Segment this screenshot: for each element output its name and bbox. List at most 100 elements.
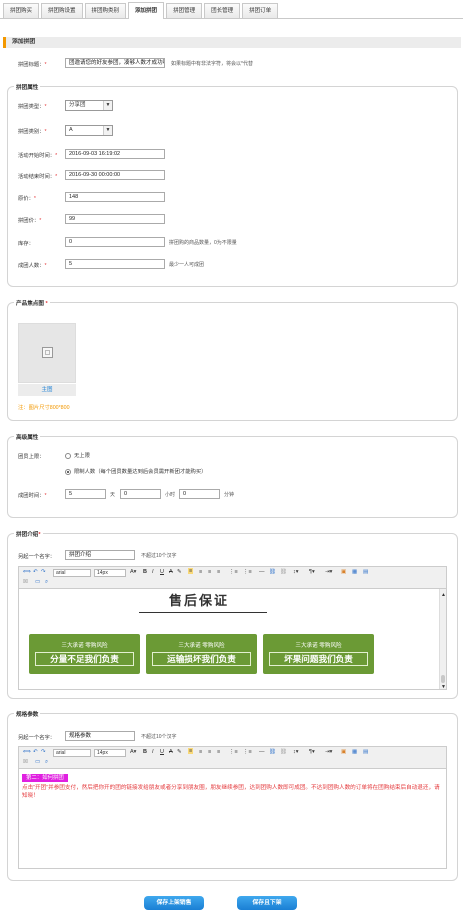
members-input[interactable]: 5 xyxy=(65,259,165,269)
table-icon[interactable]: ▦ xyxy=(352,749,357,755)
font-select[interactable]: arial xyxy=(53,569,91,577)
eraser-icon[interactable]: ✎ xyxy=(177,569,182,575)
stock-label: 库存： xyxy=(18,241,34,247)
size-select[interactable]: 14px xyxy=(94,569,126,577)
image-insert-icon[interactable]: ▣ xyxy=(341,569,346,575)
source-icon[interactable]: ⟺ xyxy=(23,749,31,755)
align-left-icon[interactable]: ≡ xyxy=(188,568,194,574)
eraser-icon[interactable]: ✎ xyxy=(177,749,182,755)
tab-group-settings[interactable]: 拼团购设置 xyxy=(41,3,83,18)
align-right-icon[interactable]: ≡ xyxy=(208,569,211,575)
media-icon[interactable]: ▤ xyxy=(363,749,368,755)
radio-limited[interactable]: 限制人数（每个团员数量达到后会员需开新团才能购买） xyxy=(65,467,206,475)
radio-unlimited[interactable]: 无上限 xyxy=(65,451,90,459)
start-time-input[interactable]: 2016-09-03 16:19:02 xyxy=(65,149,165,159)
source-icon[interactable]: ⟺ xyxy=(23,569,31,575)
align-center-icon[interactable]: ≡ xyxy=(199,569,202,575)
stock-input[interactable]: 0 xyxy=(65,237,165,247)
underline-icon[interactable]: U xyxy=(160,749,164,755)
font-select[interactable]: arial xyxy=(53,749,91,757)
unordered-list-icon[interactable]: ⋮≡ xyxy=(243,569,252,575)
tab-group-orders[interactable]: 拼团订单 xyxy=(242,3,279,18)
tab-group-buy[interactable]: 拼团购买 xyxy=(3,3,40,18)
align-center-icon[interactable]: ≡ xyxy=(199,749,202,755)
strike-icon[interactable]: A xyxy=(169,569,173,575)
save-and-list-button[interactable]: 保存上架销售 xyxy=(144,896,204,910)
paragraph-icon[interactable]: ¶▾ xyxy=(309,749,315,755)
type-select[interactable]: 分享团 ▼ xyxy=(65,100,113,111)
underline-icon[interactable]: U xyxy=(160,569,164,575)
indent-icon[interactable]: ⇥▾ xyxy=(325,749,332,755)
intro-alias-input[interactable]: 拼团介绍 xyxy=(65,550,135,560)
category-select[interactable]: A ▼ xyxy=(65,125,113,136)
undo-icon[interactable]: ↶ xyxy=(33,749,38,755)
scroll-up-icon[interactable]: ▲ xyxy=(441,592,446,598)
link-icon[interactable]: ⛓ xyxy=(269,569,276,575)
emotion-icon[interactable]: ☒ xyxy=(23,579,28,585)
paragraph-icon[interactable]: ¶▾ xyxy=(309,569,315,575)
group-price-input[interactable]: 99 xyxy=(65,214,165,224)
chevron-down-icon: ▼ xyxy=(103,126,112,135)
font-color-icon[interactable]: A▾ xyxy=(130,749,136,755)
align-left-icon[interactable]: ≡ xyxy=(188,748,194,754)
spec-alias-hint: 不超过10个汉字 xyxy=(141,734,177,740)
orig-price-input[interactable]: 148 xyxy=(65,192,165,202)
undo-icon[interactable]: ↶ xyxy=(33,569,38,575)
fullscreen-icon[interactable]: ▭ xyxy=(35,759,40,765)
tab-add-group[interactable]: 添加拼团 xyxy=(128,2,165,19)
italic-icon[interactable]: I xyxy=(152,749,154,755)
end-time-input[interactable]: 2016-09-30 00:00:00 xyxy=(65,170,165,180)
main-image-label[interactable]: 主图 xyxy=(18,384,76,396)
days-input[interactable]: 5 xyxy=(65,489,106,499)
italic-icon[interactable]: I xyxy=(152,569,154,575)
spec-editor[interactable]: ⟺ ↶ ↷ arial 14px A▾ B I U A ✎ ≡ ≡ ≡ ≡ ⋮≡… xyxy=(18,746,447,869)
radio-checked-icon xyxy=(65,468,71,475)
banner-3-top: 三大承诺 零购风险 xyxy=(295,643,342,649)
intro-editor[interactable]: ⟺ ↶ ↷ arial 14px A▾ B I U A ✎ ≡ ≡ ≡ ≡ ⋮≡… xyxy=(18,566,447,690)
link-icon[interactable]: ⛓ xyxy=(269,749,276,755)
bold-icon[interactable]: B xyxy=(143,569,147,575)
indent-icon[interactable]: ⇥▾ xyxy=(325,569,332,575)
spec-tag: 第二：如何拼团 xyxy=(22,774,68,782)
advanced-legend: 高级属性 xyxy=(14,433,41,441)
tab-leader-manage[interactable]: 团长管理 xyxy=(204,3,241,18)
minutes-input[interactable]: 0 xyxy=(179,489,220,499)
bold-icon[interactable]: B xyxy=(143,749,147,755)
media-icon[interactable]: ▤ xyxy=(363,569,368,575)
align-justify-icon[interactable]: ≡ xyxy=(217,569,220,575)
font-color-icon[interactable]: A▾ xyxy=(130,569,136,575)
title-input[interactable]: 团邀请您的好友参团，凑够人数才成功哦！ xyxy=(65,58,165,68)
tab-group-manage[interactable]: 拼团管理 xyxy=(166,3,203,18)
size-select[interactable]: 14px xyxy=(94,749,126,757)
main-image-placeholder[interactable] xyxy=(18,323,76,383)
hours-input[interactable]: 0 xyxy=(120,489,161,499)
hr-icon[interactable]: — xyxy=(259,749,265,755)
unordered-list-icon[interactable]: ⋮≡ xyxy=(243,749,252,755)
align-justify-icon[interactable]: ≡ xyxy=(217,749,220,755)
table-icon[interactable]: ▦ xyxy=(352,569,357,575)
unlink-icon[interactable]: ⛓ xyxy=(280,569,287,575)
redo-icon[interactable]: ↷ xyxy=(41,569,46,575)
strike-icon[interactable]: A xyxy=(169,749,173,755)
redo-icon[interactable]: ↷ xyxy=(41,749,46,755)
search-icon[interactable]: ⌕ xyxy=(45,759,48,766)
search-icon[interactable]: ⌕ xyxy=(45,579,48,586)
save-and-delist-button[interactable]: 保存且下架 xyxy=(237,896,297,910)
line-height-icon[interactable]: ↕▾ xyxy=(293,749,299,755)
align-right-icon[interactable]: ≡ xyxy=(208,749,211,755)
fullscreen-icon[interactable]: ▭ xyxy=(35,579,40,585)
ordered-list-icon[interactable]: ⋮≡ xyxy=(229,569,238,575)
line-height-icon[interactable]: ↕▾ xyxy=(293,569,299,575)
hr-icon[interactable]: — xyxy=(259,569,265,575)
emotion-icon[interactable]: ☒ xyxy=(23,759,28,765)
scroll-thumb[interactable] xyxy=(441,675,445,683)
editor-scrollbar[interactable]: ▲ ▼ xyxy=(439,589,446,689)
spec-alias-input[interactable]: 规格参数 xyxy=(65,731,135,741)
image-insert-icon[interactable]: ▣ xyxy=(341,749,346,755)
spec-text: 点击“开团”并参团支付，然后把你开的团的链接发给朋友或者分享到朋友圈，朋友继续参… xyxy=(22,785,440,799)
tab-group-category[interactable]: 拼团购类别 xyxy=(84,3,127,18)
hours-unit: 小时 xyxy=(165,492,176,498)
ordered-list-icon[interactable]: ⋮≡ xyxy=(229,749,238,755)
unlink-icon[interactable]: ⛓ xyxy=(280,749,287,755)
scroll-down-icon[interactable]: ▼ xyxy=(441,684,446,689)
